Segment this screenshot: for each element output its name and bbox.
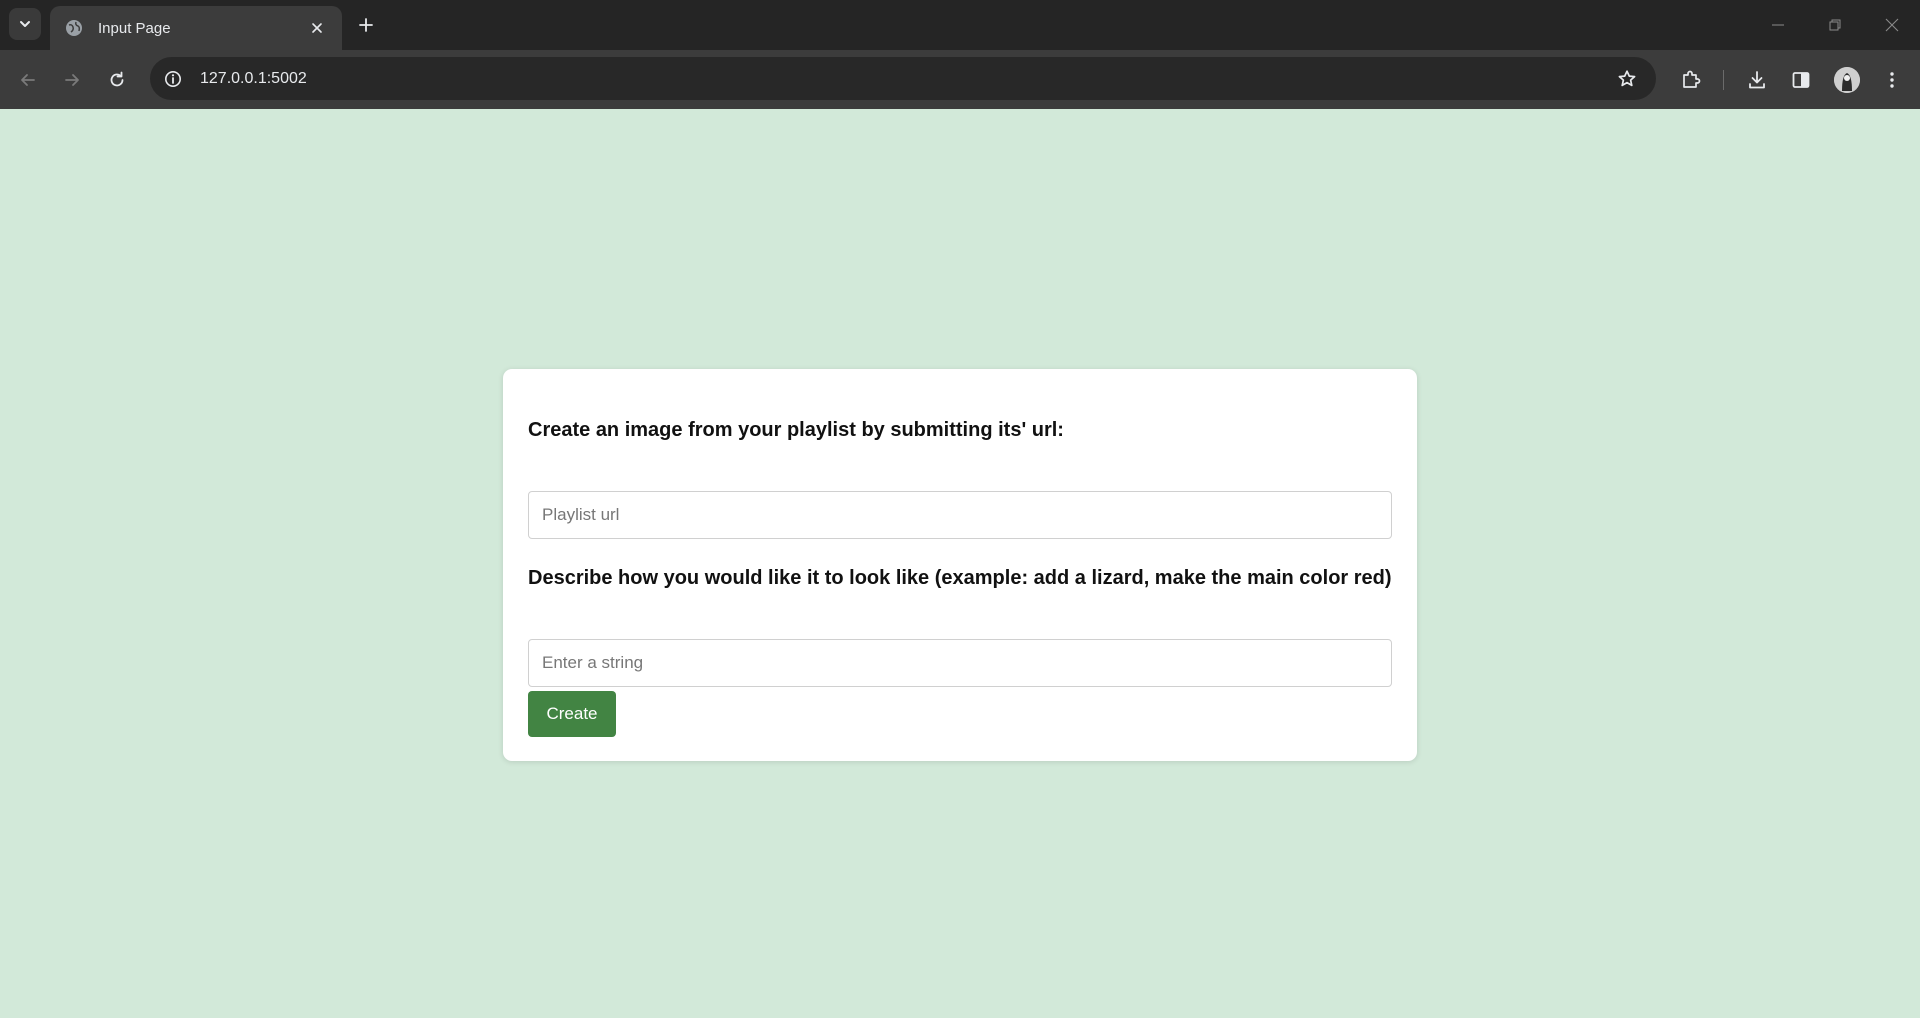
minimize-icon (1771, 24, 1784, 26)
info-icon[interactable] (160, 66, 186, 92)
downloads-button[interactable] (1742, 65, 1772, 95)
playlist-label: Create an image from your playlist by su… (528, 419, 1064, 441)
star-icon[interactable] (1612, 64, 1642, 94)
arrow-left-icon (21, 74, 35, 86)
profile-button[interactable] (1832, 65, 1862, 95)
new-tab-button[interactable] (352, 11, 380, 39)
description-input[interactable] (528, 639, 1392, 687)
browser-window: Input Page 127.0.0.1:5002 Create an imag… (0, 0, 1920, 1018)
globe-icon (64, 18, 84, 38)
side-panel-button[interactable] (1786, 65, 1816, 95)
restore-button[interactable] (1806, 0, 1863, 50)
url-text[interactable]: 127.0.0.1:5002 (200, 70, 1612, 88)
reload-button[interactable] (102, 65, 132, 95)
close-window-button[interactable] (1863, 0, 1920, 50)
address-bar[interactable]: 127.0.0.1:5002 (150, 57, 1656, 100)
page-body: Create an image from your playlist by su… (0, 109, 1920, 1018)
close-window-icon (1885, 18, 1898, 32)
kebab-menu-icon (1890, 72, 1894, 88)
toolbar-divider (1723, 70, 1724, 90)
download-icon (1749, 71, 1765, 89)
tab-title: Input Page (98, 19, 171, 37)
form-card: Create an image from your playlist by su… (503, 369, 1417, 761)
side-panel-icon (1792, 72, 1810, 88)
restore-icon (1829, 19, 1840, 31)
menu-button[interactable] (1877, 65, 1907, 95)
extensions-button[interactable] (1676, 65, 1706, 95)
back-button[interactable] (13, 65, 43, 95)
tab-strip: Input Page (0, 0, 1920, 50)
create-button[interactable]: Create (528, 691, 616, 737)
plus-icon (359, 18, 373, 32)
browser-toolbar: 127.0.0.1:5002 (0, 50, 1920, 109)
tab-search-button[interactable] (9, 8, 41, 40)
minimize-button[interactable] (1749, 0, 1806, 50)
puzzle-icon (1683, 70, 1701, 88)
reload-icon (110, 71, 124, 87)
forward-button[interactable] (57, 65, 87, 95)
avatar (1834, 67, 1860, 93)
window-controls (1749, 0, 1920, 50)
playlist-url-input[interactable] (528, 491, 1392, 539)
tab-input-page[interactable]: Input Page (50, 6, 342, 50)
close-icon[interactable] (306, 17, 328, 39)
arrow-right-icon (65, 74, 79, 86)
chevron-down-icon (20, 21, 30, 27)
describe-label: Describe how you would like it to look l… (528, 567, 1392, 589)
